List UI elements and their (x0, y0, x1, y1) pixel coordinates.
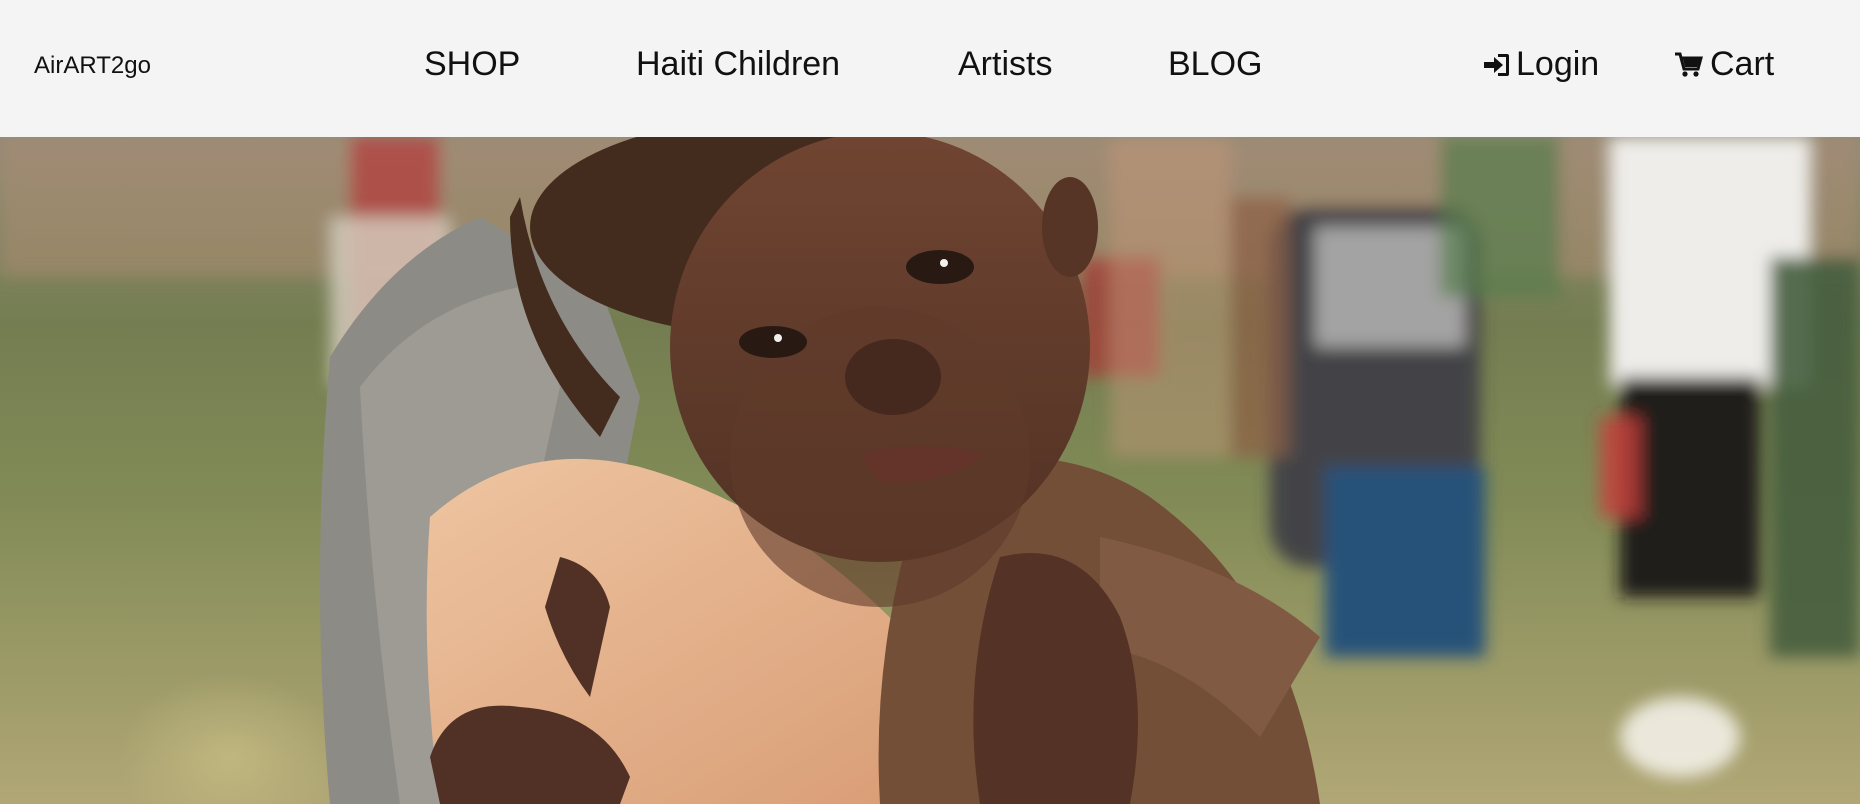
site-logo[interactable]: AirART2go (34, 52, 151, 80)
nav-haiti-children[interactable]: Haiti Children (636, 45, 840, 84)
cart-link[interactable]: Cart (1674, 45, 1774, 84)
site-header: AirART2go SHOP Haiti Children Artists BL… (0, 0, 1860, 137)
nav-artists[interactable]: Artists (958, 45, 1052, 84)
hero-photo (0, 137, 1860, 804)
nav-shop[interactable]: SHOP (424, 45, 520, 84)
sign-in-icon (1484, 53, 1509, 76)
login-label: Login (1516, 45, 1600, 83)
login-link[interactable]: Login (1482, 45, 1599, 84)
cart-label: Cart (1710, 45, 1775, 83)
nav-blog[interactable]: BLOG (1168, 45, 1262, 84)
hero-image (0, 137, 1860, 804)
shopping-cart-icon (1675, 52, 1703, 77)
